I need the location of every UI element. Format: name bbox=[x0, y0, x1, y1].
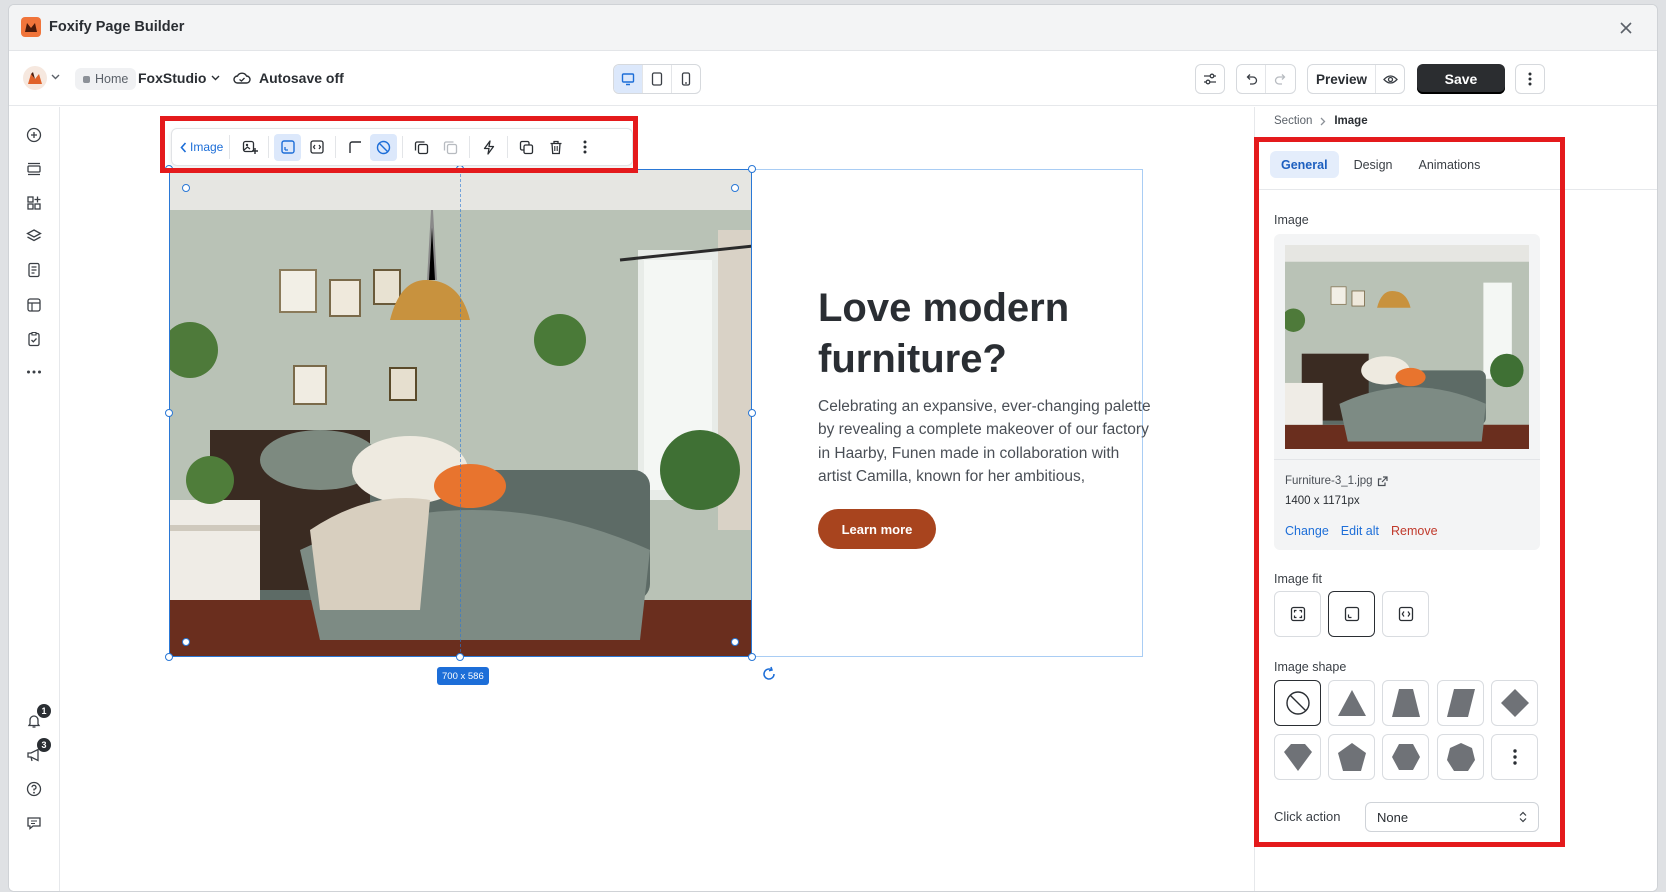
radius-handle[interactable] bbox=[731, 184, 739, 192]
store-selector[interactable]: FoxStudio bbox=[138, 70, 220, 86]
resize-handle[interactable] bbox=[165, 653, 173, 661]
undo-icon bbox=[1246, 74, 1257, 85]
desktop-view-button[interactable] bbox=[614, 65, 643, 93]
tablet-icon bbox=[651, 72, 663, 86]
left-sidebar: 1 3 bbox=[9, 107, 60, 891]
resize-handle[interactable] bbox=[748, 653, 756, 661]
foxify-logo-icon bbox=[21, 17, 41, 37]
app-window: Foxify Page Builder Home FoxStudio Autos… bbox=[8, 4, 1658, 892]
breadcrumb-home-label: Home bbox=[95, 72, 129, 86]
announcements[interactable]: 3 bbox=[23, 738, 51, 766]
sections-icon[interactable] bbox=[23, 158, 45, 180]
breadcrumb-home[interactable]: Home bbox=[75, 68, 137, 90]
close-icon[interactable] bbox=[1615, 17, 1637, 39]
sliders-icon bbox=[1204, 73, 1216, 85]
undo-button[interactable] bbox=[1237, 65, 1267, 93]
help-icon[interactable] bbox=[23, 778, 45, 800]
cloud-icon bbox=[233, 72, 251, 84]
panel-highlight bbox=[1254, 137, 1565, 847]
editor-canvas: 700 x 586 Image Love modern furniture? C… bbox=[61, 107, 1253, 891]
autosave-toggle[interactable]: Autosave off bbox=[233, 70, 344, 86]
eye-icon[interactable] bbox=[1376, 65, 1404, 93]
settings-panel: Section Image General Design Animations … bbox=[1254, 107, 1657, 891]
radius-handle[interactable] bbox=[731, 638, 739, 646]
top-bar: Home FoxStudio Autosave off Preview Save bbox=[9, 52, 1657, 106]
redo-button[interactable] bbox=[1266, 65, 1295, 93]
learn-more-button[interactable]: Learn more bbox=[818, 509, 936, 549]
panel-breadcrumb: Section Image bbox=[1274, 115, 1368, 127]
autosave-label: Autosave off bbox=[259, 70, 344, 86]
more-horizontal-icon[interactable] bbox=[23, 361, 45, 383]
title-bar: Foxify Page Builder bbox=[9, 5, 1657, 51]
add-element-icon[interactable] bbox=[23, 124, 45, 146]
toolbar-highlight bbox=[160, 116, 638, 173]
preview-group: Preview bbox=[1307, 64, 1405, 94]
crumb-section[interactable]: Section bbox=[1274, 115, 1312, 127]
desktop-icon bbox=[621, 73, 635, 86]
home-dot-icon bbox=[83, 75, 90, 83]
notifications-bell[interactable]: 1 bbox=[23, 704, 51, 732]
resize-handle[interactable] bbox=[748, 409, 756, 417]
chat-icon[interactable] bbox=[23, 812, 45, 834]
mobile-icon bbox=[681, 72, 691, 86]
tablet-view-button[interactable] bbox=[643, 65, 672, 93]
size-label: 700 x 586 bbox=[437, 667, 489, 685]
redo-icon bbox=[1274, 74, 1286, 85]
headline-line-1: Love modern bbox=[818, 286, 1070, 330]
more-vertical-icon bbox=[1528, 72, 1532, 86]
resize-handle[interactable] bbox=[748, 165, 756, 173]
more-menu-button[interactable] bbox=[1515, 64, 1545, 94]
headline-line-2: furniture? bbox=[818, 337, 1007, 381]
announcement-badge: 3 bbox=[37, 738, 51, 752]
save-button[interactable]: Save bbox=[1417, 64, 1505, 94]
mobile-view-button[interactable] bbox=[672, 65, 700, 93]
layers-icon[interactable] bbox=[23, 225, 45, 247]
undo-redo-group bbox=[1236, 64, 1296, 94]
device-switcher bbox=[613, 64, 701, 94]
templates-icon[interactable] bbox=[23, 294, 45, 316]
rotate-icon[interactable] bbox=[761, 666, 777, 682]
chevron-down-icon bbox=[211, 75, 220, 81]
headline[interactable]: Love modern furniture? bbox=[818, 283, 1138, 385]
notification-badge: 1 bbox=[37, 704, 51, 718]
crumb-image: Image bbox=[1334, 115, 1368, 127]
resize-handle[interactable] bbox=[165, 409, 173, 417]
store-avatar[interactable] bbox=[23, 66, 47, 90]
chevron-down-icon[interactable] bbox=[51, 74, 60, 80]
center-guide bbox=[460, 169, 461, 657]
radius-handle[interactable] bbox=[182, 638, 190, 646]
checklist-icon[interactable] bbox=[23, 328, 45, 350]
app-title: Foxify Page Builder bbox=[49, 19, 185, 35]
chevron-right-icon bbox=[1320, 117, 1326, 125]
pages-icon[interactable] bbox=[23, 259, 45, 281]
radius-handle[interactable] bbox=[182, 184, 190, 192]
preview-button[interactable]: Preview bbox=[1308, 65, 1376, 93]
resize-handle[interactable] bbox=[456, 653, 464, 661]
apps-icon[interactable] bbox=[23, 192, 45, 214]
settings-sliders-button[interactable] bbox=[1195, 64, 1225, 94]
store-name-label: FoxStudio bbox=[138, 70, 207, 86]
body-paragraph[interactable]: Celebrating an expansive, ever-changing … bbox=[818, 395, 1154, 489]
